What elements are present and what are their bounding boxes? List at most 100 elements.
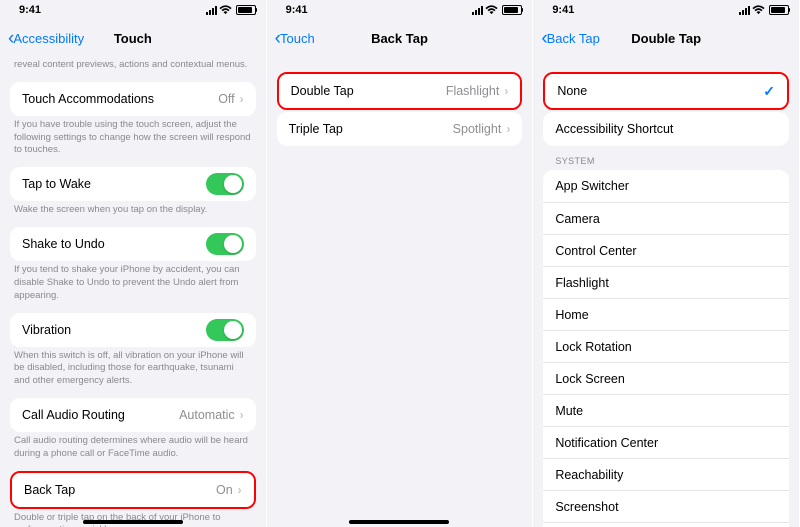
cell-label: None: [557, 84, 587, 98]
cell-double-tap[interactable]: Double Tap Flashlight›: [279, 74, 521, 108]
cell-lock-screen[interactable]: Lock Screen: [543, 362, 789, 394]
cell-label: Call Audio Routing: [22, 408, 125, 422]
status-bar: 9:41: [533, 0, 799, 20]
cell-label: Lock Rotation: [555, 340, 631, 354]
chevron-right-icon: ›: [240, 92, 244, 106]
nav-bar: ‹ Touch Back Tap: [267, 20, 533, 56]
status-bar: 9:41: [267, 0, 533, 20]
cell-notification-center[interactable]: Notification Center: [543, 426, 789, 458]
cell-label: Camera: [555, 212, 599, 226]
home-indicator[interactable]: [83, 520, 183, 524]
group-triple-tap: Triple Tap Spotlight›: [277, 112, 523, 146]
cell-camera[interactable]: Camera: [543, 202, 789, 234]
cell-label: Touch Accommodations: [22, 92, 154, 106]
page-title: Double Tap: [631, 31, 701, 46]
reveal-note: reveal content previews, actions and con…: [0, 56, 266, 82]
cell-label: Control Center: [555, 244, 636, 258]
cell-screenshot[interactable]: Screenshot: [543, 490, 789, 522]
back-label: Accessibility: [13, 31, 84, 46]
cell-value: Automatic: [179, 408, 235, 422]
toggle-on[interactable]: [206, 173, 244, 195]
back-tap-note: Double or triple tap on the back of your…: [0, 509, 266, 527]
cell-home[interactable]: Home: [543, 298, 789, 330]
shake-to-undo-note: If you tend to shake your iPhone by acci…: [0, 261, 266, 312]
cell-value: Off: [218, 92, 234, 106]
cell-label: Home: [555, 308, 588, 322]
page-title: Back Tap: [371, 31, 428, 46]
nav-bar: ‹ Back Tap Double Tap: [533, 20, 799, 56]
cell-control-center[interactable]: Control Center: [543, 234, 789, 266]
back-button-back-tap[interactable]: ‹ Back Tap: [541, 29, 600, 48]
back-button-accessibility[interactable]: ‹ Accessibility: [8, 29, 84, 48]
cell-label: Lock Screen: [555, 372, 624, 386]
checkmark-icon: ✓: [763, 83, 775, 100]
battery-icon: [236, 5, 256, 15]
battery-icon: [769, 5, 789, 15]
group-tap-to-wake: Tap to Wake: [10, 167, 256, 201]
chevron-right-icon: ›: [240, 408, 244, 422]
group-call-audio: Call Audio Routing Automatic ›: [10, 398, 256, 432]
cell-mute[interactable]: Mute: [543, 394, 789, 426]
panel-back-tap: 9:41 ‹ Touch Back Tap Double Tap Flashli…: [267, 0, 534, 527]
back-button-touch[interactable]: ‹ Touch: [275, 29, 315, 48]
status-time: 9:41: [19, 4, 41, 16]
vibration-note: When this switch is off, all vibration o…: [0, 347, 266, 398]
signal-icon: [739, 6, 750, 15]
toggle-on[interactable]: [206, 233, 244, 255]
cell-shake[interactable]: Shake: [543, 522, 789, 527]
cell-tap-to-wake[interactable]: Tap to Wake: [10, 167, 256, 201]
chevron-right-icon: ›: [238, 483, 242, 497]
cell-triple-tap[interactable]: Triple Tap Spotlight›: [277, 112, 523, 146]
panel-double-tap-options: 9:41 ‹ Back Tap Double Tap None ✓ Access…: [533, 0, 800, 527]
wifi-icon: [752, 5, 765, 15]
cell-label: Tap to Wake: [22, 177, 91, 191]
status-time: 9:41: [552, 4, 574, 16]
call-audio-note: Call audio routing determines where audi…: [0, 432, 266, 471]
chevron-right-icon: ›: [506, 122, 510, 136]
status-icons: [739, 5, 789, 15]
cell-flashlight[interactable]: Flashlight: [543, 266, 789, 298]
status-icons: [206, 5, 256, 15]
cell-lock-rotation[interactable]: Lock Rotation: [543, 330, 789, 362]
cell-label: Flashlight: [555, 276, 609, 290]
wifi-icon: [219, 5, 232, 15]
cell-label: Mute: [555, 404, 583, 418]
cell-call-audio-routing[interactable]: Call Audio Routing Automatic ›: [10, 398, 256, 432]
group-system-actions: App Switcher Camera Control Center Flash…: [543, 170, 789, 527]
toggle-on[interactable]: [206, 319, 244, 341]
cell-label: Screenshot: [555, 500, 618, 514]
cell-label: Notification Center: [555, 436, 658, 450]
cell-label: Shake to Undo: [22, 237, 105, 251]
cell-reachability[interactable]: Reachability: [543, 458, 789, 490]
section-header-system: SYSTEM: [533, 146, 799, 170]
home-indicator[interactable]: [349, 520, 449, 524]
page-title: Touch: [114, 31, 152, 46]
cell-label: Reachability: [555, 468, 623, 482]
cell-label: Vibration: [22, 323, 71, 337]
cell-accessibility-shortcut[interactable]: Accessibility Shortcut: [543, 112, 789, 146]
cell-shake-to-undo[interactable]: Shake to Undo: [10, 227, 256, 261]
panel-touch-settings: 9:41 ‹ Accessibility Touch reveal conten…: [0, 0, 267, 527]
cell-value: On: [216, 483, 233, 497]
cell-vibration[interactable]: Vibration: [10, 313, 256, 347]
status-icons: [472, 5, 522, 15]
group-none: None ✓: [543, 72, 789, 110]
nav-bar: ‹ Accessibility Touch: [0, 20, 266, 56]
signal-icon: [472, 6, 483, 15]
tap-to-wake-note: Wake the screen when you tap on the disp…: [0, 201, 266, 227]
battery-icon: [502, 5, 522, 15]
cell-label: Double Tap: [291, 84, 354, 98]
status-bar: 9:41: [0, 0, 266, 20]
cell-back-tap[interactable]: Back Tap On ›: [12, 473, 254, 507]
cell-none[interactable]: None ✓: [545, 74, 787, 108]
group-shake-to-undo: Shake to Undo: [10, 227, 256, 261]
cell-label: Back Tap: [24, 483, 75, 497]
wifi-icon: [485, 5, 498, 15]
cell-label: Accessibility Shortcut: [555, 122, 673, 136]
cell-app-switcher[interactable]: App Switcher: [543, 170, 789, 202]
status-time: 9:41: [286, 4, 308, 16]
group-touch-accommodations: Touch Accommodations Off ›: [10, 82, 256, 116]
cell-value: Spotlight: [453, 122, 502, 136]
cell-value: Flashlight: [446, 84, 500, 98]
cell-touch-accommodations[interactable]: Touch Accommodations Off ›: [10, 82, 256, 116]
